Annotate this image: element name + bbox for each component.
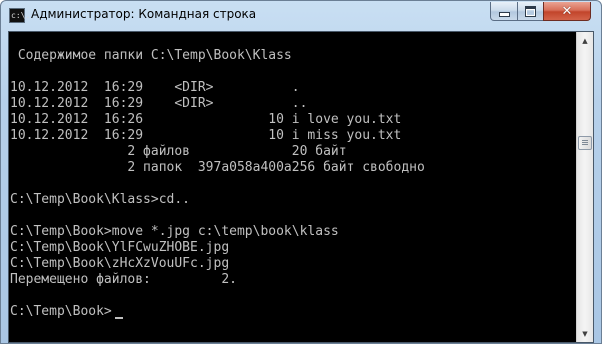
console-line: 10.12.2012 16:29 <DIR> .. (10, 96, 308, 111)
arrow-up-icon: ▲ (582, 36, 588, 45)
console-icon-glyph: c:\. (11, 11, 31, 20)
console-icon[interactable]: c:\. (9, 8, 30, 23)
window-title: Администратор: Командная строка (31, 7, 257, 21)
console-line: C:\Temp\Book>move *.jpg c:\temp\book\kla… (10, 224, 339, 239)
console-line: 10.12.2012 16:29 10 i miss you.txt (10, 128, 402, 143)
maximize-icon (525, 5, 536, 17)
console-output[interactable]: Содержимое папки C:\Temp\Book\Klass 10.1… (9, 32, 576, 342)
grip-line (582, 142, 588, 143)
grip-line (582, 144, 588, 145)
minimize-button[interactable] (490, 2, 518, 21)
minimize-icon (498, 12, 510, 17)
console-line: C:\Temp\Book\Klass>cd.. (10, 192, 191, 207)
close-button[interactable]: ✕ (543, 2, 591, 21)
console-line: Перемещено файлов: 2. (10, 272, 237, 287)
console-line: 2 файлов 20 байт (10, 144, 347, 159)
console-line: Содержимое папки C:\Temp\Book\Klass (10, 48, 292, 63)
console-line: C:\Temp\Book\YlFCwuZHOBE.jpg (10, 240, 230, 255)
grip-line (582, 140, 588, 141)
prompt-line: C:\Temp\Book> (10, 304, 112, 319)
scroll-up-button[interactable]: ▲ (577, 32, 593, 49)
close-icon: ✕ (561, 3, 573, 19)
console-line: C:\Temp\Book\zHcXzVouUFc.jpg (10, 256, 230, 271)
maximize-button[interactable] (517, 2, 544, 21)
console-line: 2 папок 397a058a400a256 байт свободно (10, 160, 425, 175)
arrow-down-icon: ▼ (582, 329, 588, 338)
console-line: 10.12.2012 16:29 <DIR> . (10, 80, 300, 95)
vertical-scrollbar[interactable]: ▲ ▼ (576, 32, 593, 342)
text-cursor (115, 317, 123, 319)
console-line: 10.12.2012 16:26 10 i love you.txt (10, 112, 402, 127)
command-prompt-window: c:\. Администратор: Командная строка ✕ С… (0, 0, 602, 344)
scroll-down-button[interactable]: ▼ (577, 325, 593, 342)
console-client-area: Содержимое папки C:\Temp\Book\Klass 10.1… (8, 31, 594, 343)
scroll-thumb[interactable] (578, 136, 592, 150)
title-bar[interactable]: c:\. Администратор: Командная строка ✕ (1, 1, 601, 31)
